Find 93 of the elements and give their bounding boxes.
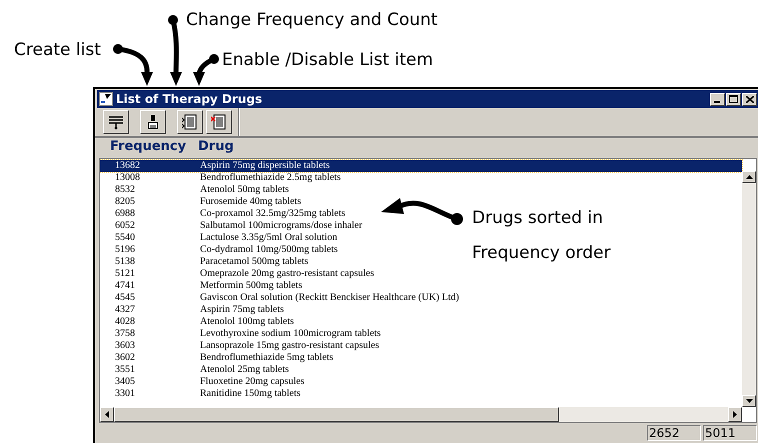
- right-arrow-icon: [733, 411, 737, 418]
- list-row[interactable]: 8205 Furosemide 40mg tablets: [100, 196, 302, 208]
- column-heading: Frequency: [110, 138, 188, 156]
- drug-cell: Atenolol 25mg tablets: [200, 364, 289, 376]
- list-row[interactable]: 3602 Bendroflumethiazide 5mg tablets: [100, 352, 334, 364]
- drug-cell: Fluoxetine 20mg capsules: [200, 376, 304, 388]
- annotation-label: Enable /Disable List item: [222, 49, 434, 72]
- list-row[interactable]: 5138 Paracetamol 500mg tablets: [100, 256, 308, 268]
- frequency-cell-text: 3603: [115, 340, 136, 352]
- frequency-cell-text: 5196: [115, 244, 136, 256]
- scroll-left-button[interactable]: [100, 407, 114, 422]
- frequency-cell-text: 13008: [115, 172, 141, 184]
- drug-cell: Furosemide 40mg tablets: [200, 196, 302, 208]
- list-row[interactable]: 5121 Omeprazole 20mg gastro-resistant capsules: [100, 268, 374, 280]
- list-row[interactable]: 13008 Bendroflumethiazide 2.5mg tablets: [100, 172, 341, 184]
- list-row[interactable]: 13682 Aspirin 75mg dispersible tablets: [100, 160, 742, 172]
- list-icon: [182, 114, 198, 130]
- scroll-right-button[interactable]: [728, 407, 742, 422]
- list-cross-icon: [211, 114, 227, 130]
- drug-cell: Gaviscon Oral solution (Reckitt Benckiser Healthcare (UK) Ltd): [200, 292, 460, 304]
- change-frequency-button[interactable]: [177, 110, 203, 134]
- create-list-button[interactable]: [140, 110, 166, 134]
- frequency-cell-text: 5540: [115, 232, 136, 244]
- list-row[interactable]: 6988 Co-proxamol 32.5mg/325mg tablets: [100, 208, 346, 220]
- frequency-cell-text: 4545: [115, 292, 136, 304]
- brush-icon: [147, 114, 159, 130]
- list-row[interactable]: 5196 Co-dydramol 10mg/500mg tablets: [100, 244, 338, 256]
- minimize-button[interactable]: [710, 92, 725, 106]
- frequency-cell-text: 5138: [115, 256, 136, 268]
- drug-cell: Levothyroxine sodium 100microgram tablets: [200, 328, 381, 340]
- list-row[interactable]: 6052 Salbutamol 100micrograms/dose inhaler: [100, 220, 362, 232]
- frequency-cell-text: 3301: [115, 388, 136, 400]
- drug-cell: Lactulose 3.35g/5ml Oral solution: [200, 232, 338, 244]
- list-row[interactable]: 3405 Fluoxetine 20mg capsules: [100, 376, 304, 388]
- drug-cell: Atenolol 100mg tablets: [200, 316, 294, 328]
- lines-icon: [108, 114, 124, 130]
- drug-cell: Aspirin 75mg tablets: [200, 304, 284, 316]
- annotation-label: Change Frequency and Count: [186, 9, 438, 32]
- maximize-icon: [729, 95, 738, 103]
- window-title: List of Therapy Drugs: [116, 91, 262, 108]
- enable-disable-button[interactable]: [206, 110, 232, 134]
- frequency-cell-text: 4028: [115, 316, 136, 328]
- toolbar-button[interactable]: [103, 110, 129, 134]
- drug-cell: Salbutamol 100micrograms/dose inhaler: [200, 220, 362, 232]
- frequency-cell-text: 6988: [115, 208, 136, 220]
- close-icon: [746, 96, 754, 102]
- list-row[interactable]: 3603 Lansoprazole 15mg gastro-resistant capsules: [100, 340, 380, 352]
- list-row[interactable]: 3758 Levothyroxine sodium 100microgram tablets: [100, 328, 381, 340]
- app-icon: [99, 92, 113, 106]
- scroll-down-button[interactable]: [742, 395, 756, 407]
- frequency-cell-text: 3551: [115, 364, 136, 376]
- frequency-cell-text: 3758: [115, 328, 136, 340]
- drug-cell: Metformin 500mg tablets: [200, 280, 302, 292]
- frequency-cell-text: 4327: [115, 304, 136, 316]
- annotation-label: Frequency order: [472, 242, 611, 265]
- drug-cell: Bendroflumethiazide 2.5mg tablets: [200, 172, 341, 184]
- status-panel: 2652: [647, 425, 701, 441]
- left-arrow-icon: [105, 411, 109, 418]
- drug-cell: Atenolol 50mg tablets: [200, 184, 289, 196]
- list-row[interactable]: 4327 Aspirin 75mg tablets: [100, 304, 284, 316]
- list-row[interactable]: 5540 Lactulose 3.35g/5ml Oral solution: [100, 232, 338, 244]
- annotation-label: Drugs sorted in: [472, 207, 603, 230]
- annotation-label: Create list: [14, 39, 101, 62]
- frequency-cell-text: 13682: [115, 160, 141, 172]
- drug-cell: Co-dydramol 10mg/500mg tablets: [200, 244, 338, 256]
- list-row[interactable]: 3301 Ranitidine 150mg tablets: [100, 388, 301, 400]
- up-arrow-icon: [746, 175, 752, 179]
- drug-cell: Ranitidine 150mg tablets: [200, 388, 301, 400]
- frequency-cell-text: 4741: [115, 280, 136, 292]
- scroll-up-button[interactable]: [742, 171, 756, 183]
- drug-cell: Lansoprazole 15mg gastro-resistant capsules: [200, 340, 380, 352]
- list-row[interactable]: 4741 Metformin 500mg tablets: [100, 280, 302, 292]
- list-row[interactable]: 3551 Atenolol 25mg tablets: [100, 364, 289, 376]
- drug-cell: Omeprazole 20mg gastro-resistant capsules: [200, 268, 374, 280]
- column-heading: Drug: [198, 138, 234, 156]
- drug-cell: Bendroflumethiazide 5mg tablets: [200, 352, 334, 364]
- drug-cell: Co-proxamol 32.5mg/325mg tablets: [200, 208, 346, 220]
- close-button[interactable]: [742, 92, 757, 106]
- frequency-cell-text: 5121: [115, 268, 136, 280]
- vertical-scrollbar[interactable]: [742, 171, 756, 407]
- list-row[interactable]: 4028 Atenolol 100mg tablets: [100, 316, 294, 328]
- frequency-cell-text: 8205: [115, 196, 136, 208]
- drug-cell: Aspirin 75mg dispersible tablets: [200, 160, 330, 172]
- frequency-cell-text: 6052: [115, 220, 136, 232]
- frequency-cell-text: 3405: [115, 376, 136, 388]
- status-panel: 5011: [703, 425, 757, 441]
- list-row[interactable]: 8532 Atenolol 50mg tablets: [100, 184, 289, 196]
- down-arrow-icon: [746, 399, 752, 403]
- list-row[interactable]: 4545 Gaviscon Oral solution (Reckitt Benckiser Healthcare (UK) Ltd): [100, 292, 460, 304]
- maximize-button[interactable]: [726, 92, 741, 106]
- frequency-cell-text: 3602: [115, 352, 136, 364]
- frequency-cell-text: 8532: [115, 184, 136, 196]
- drug-cell: Paracetamol 500mg tablets: [200, 256, 308, 268]
